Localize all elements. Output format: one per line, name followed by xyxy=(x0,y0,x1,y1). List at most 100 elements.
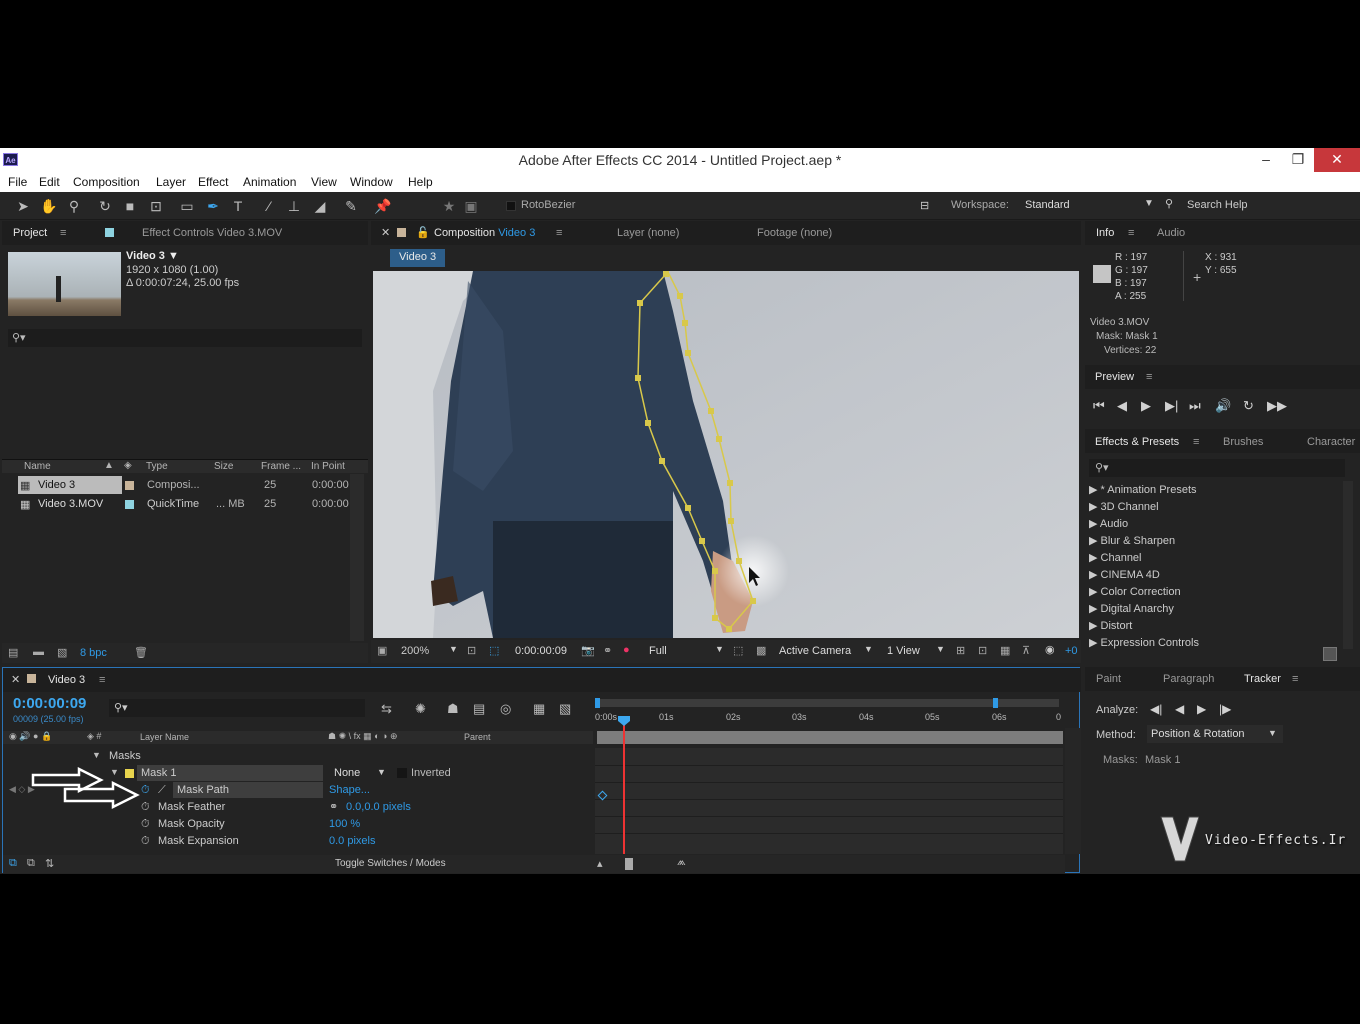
effects-category[interactable]: ▶ * Animation Presets xyxy=(1089,483,1197,496)
chevron-down-icon[interactable]: ▼ xyxy=(377,767,386,777)
stopwatch-icon[interactable]: ⏱ xyxy=(141,835,150,848)
chevron-down-icon[interactable]: ▼ xyxy=(1268,728,1277,738)
tab-info[interactable]: Info xyxy=(1096,227,1114,239)
effects-category[interactable]: ▶ Channel xyxy=(1089,551,1142,564)
play-icon[interactable]: ▶ xyxy=(1141,398,1151,414)
chevron-down-icon[interactable]: ▼ xyxy=(864,644,873,654)
mask-feather-value[interactable]: 0.0,0.0 pixels xyxy=(346,801,411,813)
tab-effect-controls[interactable]: Effect Controls Video 3.MOV xyxy=(142,227,282,239)
toggle-switches-modes-button[interactable]: Toggle Switches / Modes xyxy=(335,858,446,869)
tab-paint[interactable]: Paint xyxy=(1096,673,1121,685)
timeline-search-input[interactable]: ⚲▾ xyxy=(109,699,365,717)
tab-effects-presets[interactable]: Effects & Presets xyxy=(1095,436,1179,448)
tab-brushes[interactable]: Brushes xyxy=(1223,436,1263,448)
mask-name[interactable]: Mask 1 xyxy=(137,765,323,781)
menu-window[interactable]: Window xyxy=(350,175,393,189)
eraser-tool-icon[interactable]: ◢ xyxy=(311,197,329,215)
workspace-select[interactable]: Standard xyxy=(1025,199,1070,211)
mask-path-value[interactable]: Shape... xyxy=(329,784,370,796)
trash-icon[interactable]: 🗑 xyxy=(134,646,148,659)
project-search-input[interactable]: ⚲▾ xyxy=(8,329,362,347)
comp-viewport[interactable] xyxy=(373,271,1079,638)
always-preview-icon[interactable]: ▣ xyxy=(377,644,387,657)
camera-select[interactable]: Active Camera xyxy=(779,645,851,657)
panel-menu-icon[interactable]: ≡ xyxy=(1292,673,1298,685)
link-icon[interactable]: ⚭ xyxy=(329,800,338,813)
flowchart-icon[interactable]: ⊼ xyxy=(1022,644,1030,657)
type-tool-icon[interactable]: T xyxy=(229,197,247,215)
brush-tool-icon[interactable]: ⁄ xyxy=(260,197,278,215)
panel-menu-icon[interactable]: ≡ xyxy=(60,227,66,239)
tab-composition[interactable]: Composition Video 3 xyxy=(434,227,535,239)
mask-expansion-row[interactable]: ⏱ Mask Expansion 0.0 pixels xyxy=(3,833,593,850)
column-frame-rate[interactable]: Frame ... xyxy=(261,461,301,472)
new-preset-icon[interactable] xyxy=(1323,647,1337,661)
exposure-value[interactable]: +0 xyxy=(1065,645,1078,657)
hand-tool-icon[interactable]: ✋ xyxy=(40,197,58,215)
column-parent[interactable]: Parent xyxy=(464,732,491,742)
tab-timeline[interactable]: Video 3 xyxy=(48,674,85,686)
analyze-back-one-icon[interactable]: ◀| xyxy=(1150,702,1162,716)
column-size[interactable]: Size xyxy=(214,461,233,472)
bit-depth-button[interactable]: 8 bpc xyxy=(80,647,107,659)
panel-menu-icon[interactable]: ≡ xyxy=(1128,227,1134,239)
mask-visibility-icon[interactable]: ⬚ xyxy=(489,644,499,657)
column-in-point[interactable]: In Point xyxy=(311,461,345,472)
column-name[interactable]: Name xyxy=(24,461,51,472)
frame-blending-icon[interactable]: ▤ xyxy=(473,701,485,717)
shy-layers-icon[interactable]: ☗ xyxy=(447,701,459,717)
last-frame-icon[interactable]: ⏭ xyxy=(1189,398,1201,414)
transfer-controls-icon[interactable]: ⧉ xyxy=(27,857,35,870)
effects-category[interactable]: ▶ 3D Channel xyxy=(1089,500,1159,513)
chevron-down-icon[interactable]: ▼ xyxy=(1144,198,1154,209)
effects-category[interactable]: ▶ Color Correction xyxy=(1089,585,1181,598)
masks-group-row[interactable]: ▼ Masks xyxy=(3,748,593,765)
effects-category[interactable]: ▶ Digital Anarchy xyxy=(1089,602,1174,615)
column-layer-name[interactable]: Layer Name xyxy=(140,732,189,742)
ram-preview-icon[interactable]: ▶▶ xyxy=(1267,398,1287,414)
mask-opacity-row[interactable]: ⏱ Mask Opacity 100 % xyxy=(3,816,593,833)
chevron-down-icon[interactable]: ▼ xyxy=(449,644,458,654)
effects-category[interactable]: ▶ Blur & Sharpen xyxy=(1089,534,1175,547)
show-snapshot-icon[interactable]: ⚭ xyxy=(603,644,612,657)
snapshot-icon[interactable]: 📷 xyxy=(581,644,595,657)
transparency-grid-icon[interactable]: ▩ xyxy=(756,644,766,657)
loop-icon[interactable]: ↻ xyxy=(1243,398,1254,414)
effects-category[interactable]: ▶ CINEMA 4D xyxy=(1089,568,1160,581)
new-comp-icon[interactable]: ▧ xyxy=(57,646,67,659)
draft-3d-icon[interactable]: ✺ xyxy=(415,701,426,717)
menu-composition[interactable]: Composition xyxy=(73,175,140,189)
close-button[interactable]: ✕ xyxy=(1314,148,1360,172)
layer-switches-icon[interactable]: ⧉ xyxy=(9,857,17,870)
rectangle-tool-icon[interactable]: ▭ xyxy=(178,197,196,215)
layer-duration-bar[interactable] xyxy=(597,731,1063,744)
previous-frame-icon[interactable]: ◀ xyxy=(1117,398,1127,414)
project-item[interactable]: ▦ Video 3.MOV QuickTime ... MB 25 0:00:0… xyxy=(2,495,368,513)
timeline-timecode[interactable]: 0:00:00:09 xyxy=(13,695,86,712)
selection-tool-icon[interactable]: ➤ xyxy=(14,197,32,215)
tab-layer[interactable]: Layer (none) xyxy=(617,227,679,239)
stopwatch-icon[interactable]: ⏱ xyxy=(141,818,150,831)
in-out-icon[interactable]: ⇅ xyxy=(45,857,54,870)
tab-footage[interactable]: Footage (none) xyxy=(757,227,832,239)
menu-animation[interactable]: Animation xyxy=(243,175,296,189)
restore-button[interactable]: ❐ xyxy=(1282,148,1314,172)
current-time-display[interactable]: 0:00:00:09 xyxy=(515,645,567,657)
rotobezier-checkbox[interactable] xyxy=(506,201,516,211)
resolution-select[interactable]: Full xyxy=(649,645,667,657)
pan-behind-tool-icon[interactable]: ⊡ xyxy=(147,197,165,215)
panel-menu-icon[interactable]: ≡ xyxy=(556,227,562,239)
mask-expansion-value[interactable]: 0.0 pixels xyxy=(329,835,375,847)
menu-help[interactable]: Help xyxy=(408,175,433,189)
pen-tool-icon[interactable]: ✒ xyxy=(204,197,222,215)
tab-preview[interactable]: Preview xyxy=(1095,371,1134,383)
time-ruler[interactable]: 0:00s 01s 02s 03s 04s 05s 06s 0 xyxy=(595,696,1065,732)
minimize-button[interactable]: – xyxy=(1250,148,1282,172)
zoom-in-icon[interactable]: ⩕ xyxy=(677,856,686,869)
first-frame-icon[interactable]: ⏮ xyxy=(1093,398,1105,414)
region-of-interest-icon[interactable]: ⬚ xyxy=(733,644,743,657)
fast-previews-icon[interactable]: ⊡ xyxy=(978,644,987,657)
chevron-down-icon[interactable]: ▼ xyxy=(92,750,101,760)
chevron-down-icon[interactable]: ▼ xyxy=(715,644,724,654)
graph-editor-icon[interactable]: ▦ xyxy=(533,701,545,717)
